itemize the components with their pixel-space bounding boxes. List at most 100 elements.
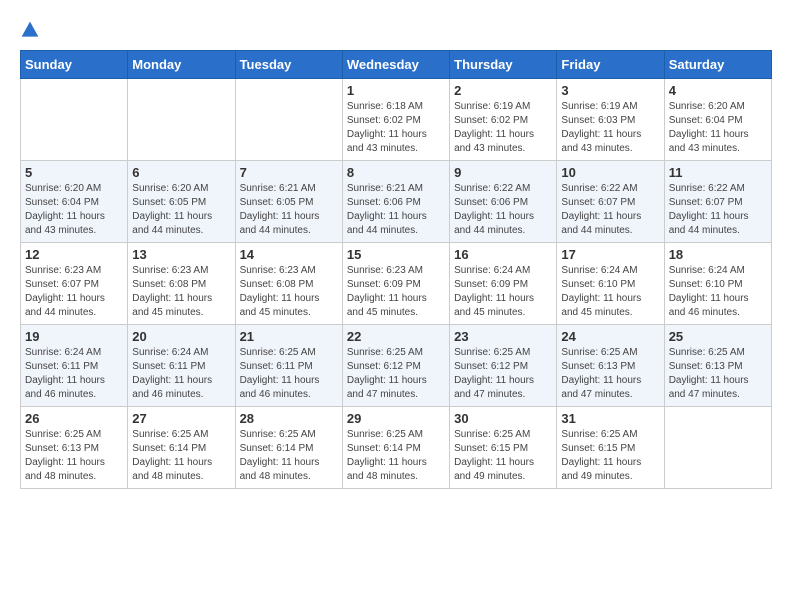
day-info: Sunrise: 6:23 AM Sunset: 6:09 PM Dayligh… — [347, 264, 445, 320]
day-number: 1 — [347, 83, 445, 98]
day-number: 2 — [454, 83, 552, 98]
calendar-cell: 13Sunrise: 6:23 AM Sunset: 6:08 PM Dayli… — [128, 243, 235, 325]
day-number: 20 — [132, 329, 230, 344]
logo — [20, 20, 44, 40]
day-number: 18 — [669, 247, 767, 262]
day-info: Sunrise: 6:25 AM Sunset: 6:13 PM Dayligh… — [561, 346, 659, 402]
calendar-cell: 30 Sunrise: 6:25 AM Sunset: 6:15 PM Dayli… — [450, 407, 557, 489]
day-number: 9 — [454, 165, 552, 180]
weekday-header-friday: Friday — [557, 51, 664, 79]
day-info: Sunrise: 6:20 AM Sunset: 6:04 PM Dayligh… — [25, 182, 123, 238]
day-number: 4 — [669, 83, 767, 98]
day-number: 23 — [454, 329, 552, 344]
day-info: Sunrise: 6:22 AM Sunset: 6:07 PM Dayligh… — [669, 182, 767, 238]
calendar-week-row: 5 Sunrise: 6:20 AM Sunset: 6:04 PM Daylig… — [21, 161, 772, 243]
calendar-cell: 25 Sunrise: 6:25 AM Sunset: 6:13 PM Dayli… — [664, 325, 771, 407]
calendar-cell: 17 Sunrise: 6:24 AM Sunset: 6:10 PM Dayli… — [557, 243, 664, 325]
day-info: Sunrise: 6:19 AM Sunset: 6:02 PM Dayligh… — [454, 100, 552, 156]
calendar-week-row: 26 Sunrise: 6:25 AM Sunset: 6:13 PM Dayli… — [21, 407, 772, 489]
weekday-header-tuesday: Tuesday — [235, 51, 342, 79]
day-number: 17 — [561, 247, 659, 262]
day-number: 8 — [347, 165, 445, 180]
page-header — [20, 20, 772, 40]
day-number: 5 — [25, 165, 123, 180]
calendar-cell: 15 Sunrise: 6:23 AM Sunset: 6:09 PM Dayli… — [342, 243, 449, 325]
day-number: 27 — [132, 411, 230, 426]
day-info: Sunrise: 6:23 AM Sunset: 6:08 PM Dayligh… — [240, 264, 338, 320]
weekday-header-wednesday: Wednesday — [342, 51, 449, 79]
day-number: 31 — [561, 411, 659, 426]
day-number: 14 — [240, 247, 338, 262]
day-number: 21 — [240, 329, 338, 344]
day-info: Sunrise: 6:24 AM Sunset: 6:09 PM Dayligh… — [454, 264, 552, 320]
calendar-cell: 11 Sunrise: 6:22 AM Sunset: 6:07 PM Dayli… — [664, 161, 771, 243]
calendar-cell: 31 Sunrise: 6:25 AM Sunset: 6:15 PM Dayli… — [557, 407, 664, 489]
calendar-cell: 16Sunrise: 6:24 AM Sunset: 6:09 PM Dayli… — [450, 243, 557, 325]
day-info: Sunrise: 6:24 AM Sunset: 6:10 PM Dayligh… — [561, 264, 659, 320]
calendar-cell — [21, 79, 128, 161]
calendar-cell: 3 Sunrise: 6:19 AM Sunset: 6:03 PM Daylig… — [557, 79, 664, 161]
day-info: Sunrise: 6:25 AM Sunset: 6:14 PM Dayligh… — [347, 428, 445, 484]
day-info: Sunrise: 6:21 AM Sunset: 6:05 PM Dayligh… — [240, 182, 338, 238]
day-number: 11 — [669, 165, 767, 180]
day-number: 26 — [25, 411, 123, 426]
day-number: 22 — [347, 329, 445, 344]
day-info: Sunrise: 6:20 AM Sunset: 6:04 PM Dayligh… — [669, 100, 767, 156]
day-info: Sunrise: 6:18 AM Sunset: 6:02 PM Dayligh… — [347, 100, 445, 156]
calendar-cell: 29 Sunrise: 6:25 AM Sunset: 6:14 PM Dayli… — [342, 407, 449, 489]
day-number: 7 — [240, 165, 338, 180]
calendar-cell — [235, 79, 342, 161]
weekday-header-monday: Monday — [128, 51, 235, 79]
calendar-week-row: 1 Sunrise: 6:18 AM Sunset: 6:02 PM Daylig… — [21, 79, 772, 161]
calendar-cell: 21Sunrise: 6:25 AM Sunset: 6:11 PM Dayli… — [235, 325, 342, 407]
calendar-cell: 20 Sunrise: 6:24 AM Sunset: 6:11 PM Dayli… — [128, 325, 235, 407]
calendar-cell: 18 Sunrise: 6:24 AM Sunset: 6:10 PM Dayli… — [664, 243, 771, 325]
day-number: 19 — [25, 329, 123, 344]
weekday-header-thursday: Thursday — [450, 51, 557, 79]
day-number: 24 — [561, 329, 659, 344]
day-info: Sunrise: 6:23 AM Sunset: 6:07 PM Dayligh… — [25, 264, 123, 320]
calendar-cell: 8Sunrise: 6:21 AM Sunset: 6:06 PM Daylig… — [342, 161, 449, 243]
day-info: Sunrise: 6:25 AM Sunset: 6:14 PM Dayligh… — [132, 428, 230, 484]
day-number: 6 — [132, 165, 230, 180]
calendar-cell — [664, 407, 771, 489]
day-number: 30 — [454, 411, 552, 426]
day-info: Sunrise: 6:25 AM Sunset: 6:13 PM Dayligh… — [25, 428, 123, 484]
day-number: 29 — [347, 411, 445, 426]
calendar-cell: 1 Sunrise: 6:18 AM Sunset: 6:02 PM Daylig… — [342, 79, 449, 161]
logo-icon — [20, 20, 40, 40]
calendar-cell: 26 Sunrise: 6:25 AM Sunset: 6:13 PM Dayli… — [21, 407, 128, 489]
day-number: 25 — [669, 329, 767, 344]
day-info: Sunrise: 6:25 AM Sunset: 6:12 PM Dayligh… — [454, 346, 552, 402]
calendar-cell: 19 Sunrise: 6:24 AM Sunset: 6:11 PM Dayli… — [21, 325, 128, 407]
calendar-cell: 12 Sunrise: 6:23 AM Sunset: 6:07 PM Dayli… — [21, 243, 128, 325]
day-info: Sunrise: 6:25 AM Sunset: 6:15 PM Dayligh… — [561, 428, 659, 484]
calendar-cell: 7 Sunrise: 6:21 AM Sunset: 6:05 PM Daylig… — [235, 161, 342, 243]
calendar-week-row: 19 Sunrise: 6:24 AM Sunset: 6:11 PM Dayli… — [21, 325, 772, 407]
calendar-cell: 28Sunrise: 6:25 AM Sunset: 6:14 PM Dayli… — [235, 407, 342, 489]
day-info: Sunrise: 6:25 AM Sunset: 6:15 PM Dayligh… — [454, 428, 552, 484]
weekday-header-sunday: Sunday — [21, 51, 128, 79]
day-info: Sunrise: 6:23 AM Sunset: 6:08 PM Dayligh… — [132, 264, 230, 320]
calendar-cell: 6 Sunrise: 6:20 AM Sunset: 6:05 PM Daylig… — [128, 161, 235, 243]
calendar-header-row: SundayMondayTuesdayWednesdayThursdayFrid… — [21, 51, 772, 79]
day-info: Sunrise: 6:20 AM Sunset: 6:05 PM Dayligh… — [132, 182, 230, 238]
calendar-cell: 14 Sunrise: 6:23 AM Sunset: 6:08 PM Dayli… — [235, 243, 342, 325]
day-number: 10 — [561, 165, 659, 180]
calendar-cell: 2 Sunrise: 6:19 AM Sunset: 6:02 PM Daylig… — [450, 79, 557, 161]
day-info: Sunrise: 6:25 AM Sunset: 6:13 PM Dayligh… — [669, 346, 767, 402]
day-number: 15 — [347, 247, 445, 262]
calendar-week-row: 12 Sunrise: 6:23 AM Sunset: 6:07 PM Dayli… — [21, 243, 772, 325]
calendar-cell: 22Sunrise: 6:25 AM Sunset: 6:12 PM Dayli… — [342, 325, 449, 407]
calendar-cell: 27 Sunrise: 6:25 AM Sunset: 6:14 PM Dayli… — [128, 407, 235, 489]
calendar-cell: 23 Sunrise: 6:25 AM Sunset: 6:12 PM Dayli… — [450, 325, 557, 407]
day-info: Sunrise: 6:22 AM Sunset: 6:06 PM Dayligh… — [454, 182, 552, 238]
calendar-cell: 9 Sunrise: 6:22 AM Sunset: 6:06 PM Daylig… — [450, 161, 557, 243]
day-number: 3 — [561, 83, 659, 98]
day-info: Sunrise: 6:24 AM Sunset: 6:11 PM Dayligh… — [132, 346, 230, 402]
day-number: 28 — [240, 411, 338, 426]
day-info: Sunrise: 6:24 AM Sunset: 6:11 PM Dayligh… — [25, 346, 123, 402]
day-info: Sunrise: 6:24 AM Sunset: 6:10 PM Dayligh… — [669, 264, 767, 320]
day-number: 12 — [25, 247, 123, 262]
day-info: Sunrise: 6:19 AM Sunset: 6:03 PM Dayligh… — [561, 100, 659, 156]
